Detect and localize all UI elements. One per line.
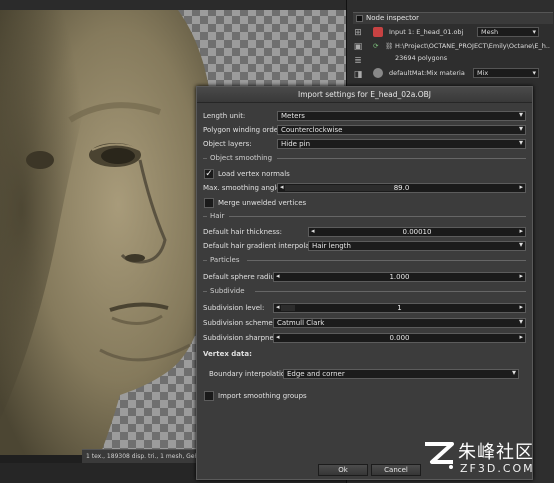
chevron-down-icon: ▾ — [511, 368, 516, 377]
vertex-data-heading: Vertex data: — [203, 350, 252, 358]
tree-icon[interactable]: ≣ — [353, 56, 363, 66]
material-label: defaultMat:Mix materia — [389, 69, 465, 77]
polygons-row: 23694 polygons — [373, 52, 554, 64]
material-icon — [373, 68, 383, 78]
import-smoothing-groups-label: Import smoothing groups — [218, 392, 307, 400]
hair-gradient-select[interactable]: Hair length ▾ — [308, 241, 526, 251]
max-smoothing-angle-label: Max. smoothing angle: — [203, 184, 283, 192]
subdivision-scheme-value: Catmull Clark — [277, 319, 325, 327]
node-inspector-title: Node inspector — [366, 14, 420, 22]
object-layers-value: Hide pin — [281, 140, 311, 148]
file-row: ⟳ ⛓ H:\Project\OCTANE_PROJECT\Emily\Octa… — [373, 40, 554, 52]
expand-icon[interactable]: ⊞ — [353, 28, 363, 38]
hair-thickness-value: 0.00010 — [402, 228, 432, 236]
material-select[interactable]: Mix — [473, 68, 539, 78]
subdivision-sharpness-label: Subdivision sharpness: — [203, 334, 284, 342]
sphere-radius-value: 1.000 — [389, 273, 410, 281]
boundary-interpolation-value: Edge and corner — [287, 370, 345, 378]
boundary-interpolation-select[interactable]: Edge and corner ▾ — [283, 369, 519, 379]
input-label: Input 1: E_head_01.obj — [389, 28, 464, 36]
increment-arrow-icon[interactable]: ▸ — [519, 272, 523, 280]
object-layers-select[interactable]: Hide pin ▾ — [277, 139, 526, 149]
winding-order-value: Counterclockwise — [281, 126, 343, 134]
chevron-down-icon: ▾ — [518, 240, 523, 249]
chevron-down-icon: ▾ — [518, 110, 523, 119]
increment-arrow-icon[interactable]: ▸ — [519, 303, 523, 311]
section-title: Object smoothing — [210, 154, 276, 162]
material-row[interactable]: defaultMat:Mix materia Mix — [373, 67, 554, 79]
merge-unwelded-label: Merge unwelded vertices — [218, 199, 307, 207]
hair-thickness-label: Default hair thickness: — [203, 228, 282, 236]
subdivision-level-slider[interactable]: ◂ 1 ▸ — [273, 303, 526, 313]
node-icon[interactable]: ◨ — [353, 70, 363, 80]
sphere-radius-slider[interactable]: ◂ 1.000 ▸ — [273, 272, 526, 282]
section-particles: Particles — [203, 255, 526, 265]
object-layers-label: Object layers: — [203, 140, 252, 148]
length-unit-label: Length unit: — [203, 112, 246, 120]
subdivision-level-value: 1 — [397, 304, 402, 312]
file-path: H:\Project\OCTANE_PROJECT\Emily\Octane\E… — [395, 42, 550, 50]
section-subdivide: Subdivide — [203, 286, 526, 296]
merge-unwelded-checkbox[interactable] — [204, 198, 214, 208]
hair-gradient-label: Default hair gradient interpolation: — [203, 242, 326, 250]
subdivision-sharpness-value: 0.000 — [389, 334, 410, 342]
sphere-radius-label: Default sphere radius: — [203, 273, 281, 281]
winding-order-label: Polygon winding order: — [203, 126, 284, 134]
increment-arrow-icon[interactable]: ▸ — [519, 333, 523, 341]
ok-button[interactable]: Ok — [318, 464, 368, 476]
max-smoothing-angle-value: 89.0 — [393, 184, 410, 192]
input-type-select[interactable]: Mesh — [477, 27, 539, 37]
hair-thickness-slider[interactable]: ◂ 0.00010 ▸ — [308, 227, 526, 237]
winding-order-select[interactable]: Counterclockwise ▾ — [277, 125, 526, 135]
length-unit-select[interactable]: Meters ▾ — [277, 111, 526, 121]
pin-icon[interactable]: ▣ — [353, 42, 363, 52]
watermark: 朱峰社区 ZF3D.COM — [422, 438, 552, 478]
section-title: Hair — [210, 212, 228, 220]
section-hair: Hair — [203, 211, 526, 221]
link-icon[interactable]: ⛓ — [385, 42, 393, 50]
max-smoothing-angle-slider[interactable]: ◂ 89.0 ▸ — [277, 183, 526, 193]
watermark-site-text: ZF3D.COM — [460, 462, 535, 475]
section-title: Subdivide — [210, 287, 248, 295]
viewport-top-strip — [0, 0, 346, 10]
import-settings-dialog: Import settings for E_head_02a.OBJ Lengt… — [196, 86, 533, 480]
chevron-down-icon: ▾ — [518, 124, 523, 133]
boundary-interpolation-label: Boundary interpolation: — [209, 370, 292, 378]
chevron-down-icon: ▾ — [518, 138, 523, 147]
subdivision-scheme-select[interactable]: Catmull Clark ▾ — [273, 318, 526, 328]
polygon-count: 23694 polygons — [395, 54, 448, 62]
reload-icon[interactable]: ⟳ — [373, 42, 378, 50]
import-smoothing-groups-checkbox[interactable] — [204, 391, 214, 401]
mesh-node-icon — [373, 27, 383, 37]
hair-gradient-value: Hair length — [312, 242, 351, 250]
section-object-smoothing: Object smoothing — [203, 153, 526, 163]
subdivision-scheme-label: Subdivision scheme: — [203, 319, 276, 327]
subdivision-sharpness-slider[interactable]: ◂ 0.000 ▸ — [273, 333, 526, 343]
node-inspector-header[interactable]: Node inspector — [353, 12, 553, 24]
load-vertex-normals-checkbox[interactable]: ✓ — [204, 169, 214, 179]
input-row[interactable]: Input 1: E_head_01.obj Mesh — [373, 26, 554, 38]
chevron-down-icon: ▾ — [518, 317, 523, 326]
load-vertex-normals-label: Load vertex normals — [218, 170, 290, 178]
length-unit-value: Meters — [281, 112, 305, 120]
cancel-button[interactable]: Cancel — [371, 464, 421, 476]
section-title: Particles — [210, 256, 243, 264]
increment-arrow-icon[interactable]: ▸ — [519, 227, 523, 235]
status-bar: 1 tex., 189308 disp. tri., 1 mesh, GeFor… — [82, 449, 202, 463]
increment-arrow-icon[interactable]: ▸ — [519, 183, 523, 191]
watermark-logo-icon — [425, 442, 454, 469]
dialog-title: Import settings for E_head_02a.OBJ — [197, 87, 532, 103]
subdivision-level-label: Subdivision level: — [203, 304, 265, 312]
node-inspector-checkbox[interactable] — [356, 15, 363, 22]
watermark-chinese-text: 朱峰社区 — [458, 442, 534, 463]
